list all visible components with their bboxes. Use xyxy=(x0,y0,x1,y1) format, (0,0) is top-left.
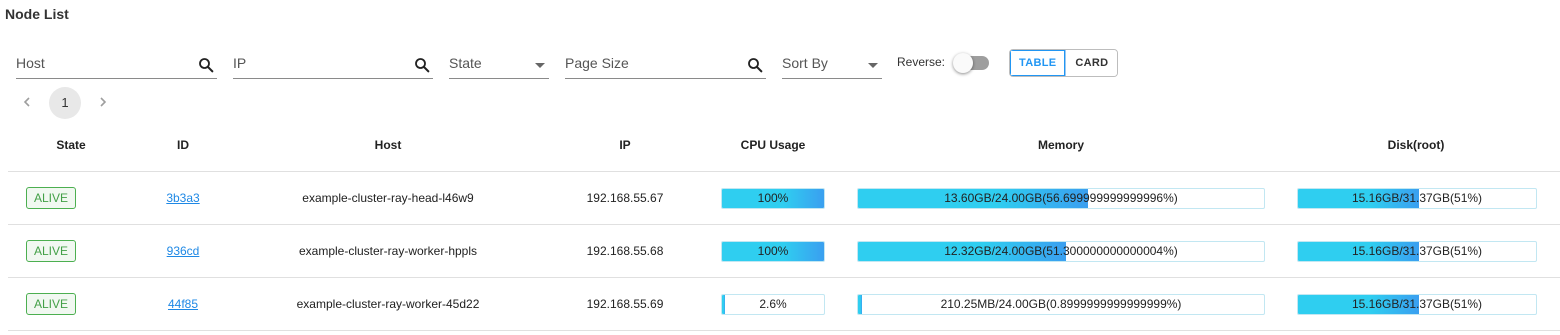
ip-cell: 192.168.55.68 xyxy=(586,244,664,258)
memory-usage-text: 13.60GB/24.00GB(56.699999999999996%) xyxy=(944,191,1178,205)
reverse-label: Reverse: xyxy=(897,55,946,69)
memory-usage-text: 12.32GB/24.00GB(51.300000000000004%) xyxy=(944,244,1178,258)
node-id-link[interactable]: 936cd xyxy=(167,244,200,258)
disk-usage-bar: 15.16GB/31.37GB(51%) xyxy=(1297,241,1537,262)
search-icon[interactable] xyxy=(413,56,431,74)
memory-usage-bar: 210.25MB/24.00GB(0.8999999999999999%) xyxy=(857,294,1265,315)
ip-search-field[interactable]: IP xyxy=(233,54,433,79)
ip-field-label: IP xyxy=(233,55,247,71)
view-toggle-group: TABLE CARD xyxy=(1009,49,1119,77)
dropdown-arrow-icon xyxy=(868,63,878,68)
search-icon[interactable] xyxy=(746,56,764,74)
dropdown-arrow-icon xyxy=(535,63,545,68)
page-button-1[interactable]: 1 xyxy=(49,87,81,119)
status-badge: ALIVE xyxy=(26,240,76,262)
host-cell: example-cluster-ray-head-l46w9 xyxy=(302,191,474,205)
page-title: Node List xyxy=(5,6,69,22)
reverse-toggle[interactable] xyxy=(953,53,989,73)
page-size-label: Page Size xyxy=(565,55,629,71)
column-header-memory[interactable]: Memory xyxy=(1038,138,1084,152)
memory-usage-text: 210.25MB/24.00GB(0.8999999999999999%) xyxy=(940,297,1182,311)
search-icon[interactable] xyxy=(197,56,215,74)
column-header-host[interactable]: Host xyxy=(375,138,402,152)
cpu-usage-bar: 100% xyxy=(721,241,825,262)
status-badge: ALIVE xyxy=(26,293,76,315)
divider xyxy=(8,330,1560,331)
divider xyxy=(8,224,1560,225)
page-size-field[interactable]: Page Size xyxy=(565,54,766,79)
card-view-button[interactable]: CARD xyxy=(1066,50,1118,76)
sort-by-select[interactable]: Sort By xyxy=(782,54,882,79)
disk-usage-bar: 15.16GB/31.37GB(51%) xyxy=(1297,294,1537,315)
node-id-link[interactable]: 44f85 xyxy=(168,297,198,311)
cpu-usage-bar: 100% xyxy=(721,188,825,209)
divider xyxy=(8,171,1560,172)
divider xyxy=(8,277,1560,278)
cpu-usage-text: 2.6% xyxy=(759,297,787,311)
column-header-state[interactable]: State xyxy=(56,138,85,152)
chevron-left-icon[interactable] xyxy=(20,95,34,109)
column-header-ip[interactable]: IP xyxy=(619,138,630,152)
chevron-right-icon[interactable] xyxy=(96,95,110,109)
ip-cell: 192.168.55.67 xyxy=(586,191,664,205)
node-id-link[interactable]: 3b3a3 xyxy=(166,191,199,205)
column-header-cpu[interactable]: CPU Usage xyxy=(741,138,806,152)
column-header-disk[interactable]: Disk(root) xyxy=(1388,138,1445,152)
memory-usage-bar: 12.32GB/24.00GB(51.300000000000004%) xyxy=(857,241,1265,262)
disk-usage-text: 15.16GB/31.37GB(51%) xyxy=(1351,297,1483,311)
state-select-label: State xyxy=(449,55,482,71)
ip-cell: 192.168.55.69 xyxy=(586,297,664,311)
toggle-thumb[interactable] xyxy=(953,53,973,73)
host-cell: example-cluster-ray-worker-45d22 xyxy=(296,297,480,311)
host-search-field[interactable]: Host xyxy=(16,54,217,79)
disk-usage-bar: 15.16GB/31.37GB(51%) xyxy=(1297,188,1537,209)
host-cell: example-cluster-ray-worker-hppls xyxy=(298,244,478,258)
disk-usage-text: 15.16GB/31.37GB(51%) xyxy=(1351,244,1483,258)
cpu-usage-text: 100% xyxy=(757,191,789,205)
cpu-usage-text: 100% xyxy=(757,244,789,258)
disk-usage-text: 15.16GB/31.37GB(51%) xyxy=(1351,191,1483,205)
sort-by-label: Sort By xyxy=(782,55,828,71)
cpu-usage-bar: 2.6% xyxy=(721,294,825,315)
status-badge: ALIVE xyxy=(26,187,76,209)
table-view-button[interactable]: TABLE xyxy=(1010,50,1067,76)
column-header-id[interactable]: ID xyxy=(177,138,189,152)
host-field-label: Host xyxy=(16,55,45,71)
state-select[interactable]: State xyxy=(449,54,549,79)
memory-usage-bar: 13.60GB/24.00GB(56.699999999999996%) xyxy=(857,188,1265,209)
